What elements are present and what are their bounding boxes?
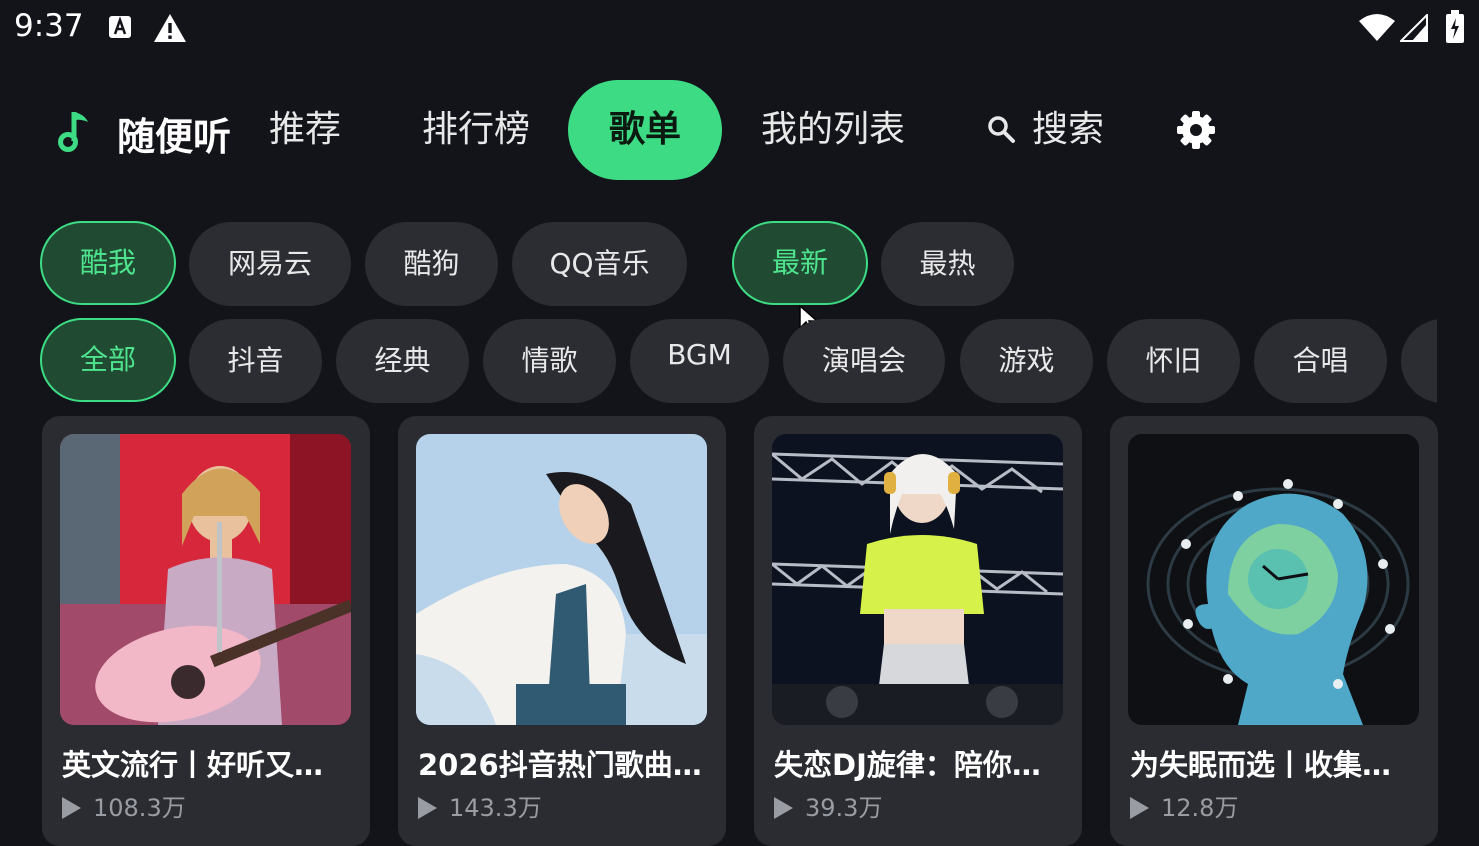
play-count-icon bbox=[418, 797, 437, 819]
a11y-icon bbox=[109, 16, 131, 38]
tab-playlists[interactable]: 歌单 bbox=[568, 80, 722, 180]
tab-recommend[interactable]: 推荐 bbox=[250, 80, 360, 180]
chip-source-qq[interactable]: QQ音乐 bbox=[512, 222, 687, 306]
search-icon bbox=[988, 116, 1015, 143]
playlist-card[interactable]: 失恋DJ旋律：陪你… 39.3万 bbox=[754, 416, 1082, 846]
playlist-title: 2026抖音热门歌曲… bbox=[418, 748, 702, 782]
playlist-title: 为失眠而选丨收集… bbox=[1130, 748, 1392, 782]
playlist-card[interactable]: 2026抖音热门歌曲… 143.3万 bbox=[398, 416, 726, 846]
chip-category-concert[interactable]: 演唱会 bbox=[783, 319, 945, 403]
gear-icon[interactable] bbox=[1176, 110, 1216, 150]
signal-icon bbox=[1400, 14, 1428, 42]
play-count-icon bbox=[774, 797, 793, 819]
playlist-card[interactable]: 英文流行丨好听又… 108.3万 bbox=[42, 416, 370, 846]
playlist-play-count: 108.3万 bbox=[62, 788, 186, 823]
search-button[interactable]: 搜索 bbox=[978, 80, 1118, 180]
search-label: 搜索 bbox=[1032, 109, 1105, 150]
chip-category-bgm[interactable]: BGM bbox=[630, 319, 769, 403]
music-note-icon bbox=[58, 112, 88, 152]
chip-category-game[interactable]: 游戏 bbox=[960, 319, 1093, 403]
playlist-cover bbox=[416, 434, 707, 725]
top-nav: 随便听 推荐 排行榜 歌单 我的列表 搜索 bbox=[0, 80, 1479, 180]
category-filter: 全部 抖音 经典 情歌 BGM 演唱会 游戏 怀旧 合唱 bbox=[0, 318, 1437, 404]
battery-icon bbox=[1446, 10, 1464, 43]
play-count-icon bbox=[1130, 797, 1149, 819]
playlist-title: 失恋DJ旋律：陪你… bbox=[774, 748, 1041, 782]
playlist-cover bbox=[60, 434, 351, 725]
chip-source-kuwo[interactable]: 酷我 bbox=[40, 221, 176, 305]
playlist-cover bbox=[1128, 434, 1419, 725]
app-title: 随便听 bbox=[117, 115, 232, 159]
chip-sort-newest[interactable]: 最新 bbox=[732, 221, 868, 305]
tab-charts[interactable]: 排行榜 bbox=[406, 80, 546, 180]
warning-icon bbox=[154, 14, 186, 42]
chip-category-all[interactable]: 全部 bbox=[40, 318, 176, 402]
chip-source-netease[interactable]: 网易云 bbox=[189, 222, 351, 306]
chip-category-nostalgia[interactable]: 怀旧 bbox=[1107, 319, 1240, 403]
chip-category-classic[interactable]: 经典 bbox=[336, 319, 469, 403]
wifi-icon bbox=[1359, 14, 1395, 41]
status-time: 9:37 bbox=[14, 8, 84, 44]
playlist-play-count: 12.8万 bbox=[1130, 788, 1238, 823]
chip-category-chorus[interactable]: 合唱 bbox=[1254, 319, 1387, 403]
chip-source-kugou[interactable]: 酷狗 bbox=[365, 222, 498, 306]
play-count-icon bbox=[62, 797, 81, 819]
playlist-title: 英文流行丨好听又… bbox=[62, 748, 324, 782]
chip-sort-hottest[interactable]: 最热 bbox=[881, 222, 1014, 306]
playlist-play-count: 143.3万 bbox=[418, 788, 542, 823]
chip-category-douyin[interactable]: 抖音 bbox=[189, 319, 322, 403]
playlist-cover bbox=[772, 434, 1063, 725]
tab-my-list[interactable]: 我的列表 bbox=[750, 80, 916, 180]
chip-category-more[interactable] bbox=[1401, 319, 1437, 403]
status-bar: 9:37 bbox=[0, 0, 1479, 56]
playlist-card[interactable]: 为失眠而选丨收集… 12.8万 bbox=[1110, 416, 1438, 846]
chip-category-love[interactable]: 情歌 bbox=[483, 319, 616, 403]
playlist-play-count: 39.3万 bbox=[774, 788, 882, 823]
